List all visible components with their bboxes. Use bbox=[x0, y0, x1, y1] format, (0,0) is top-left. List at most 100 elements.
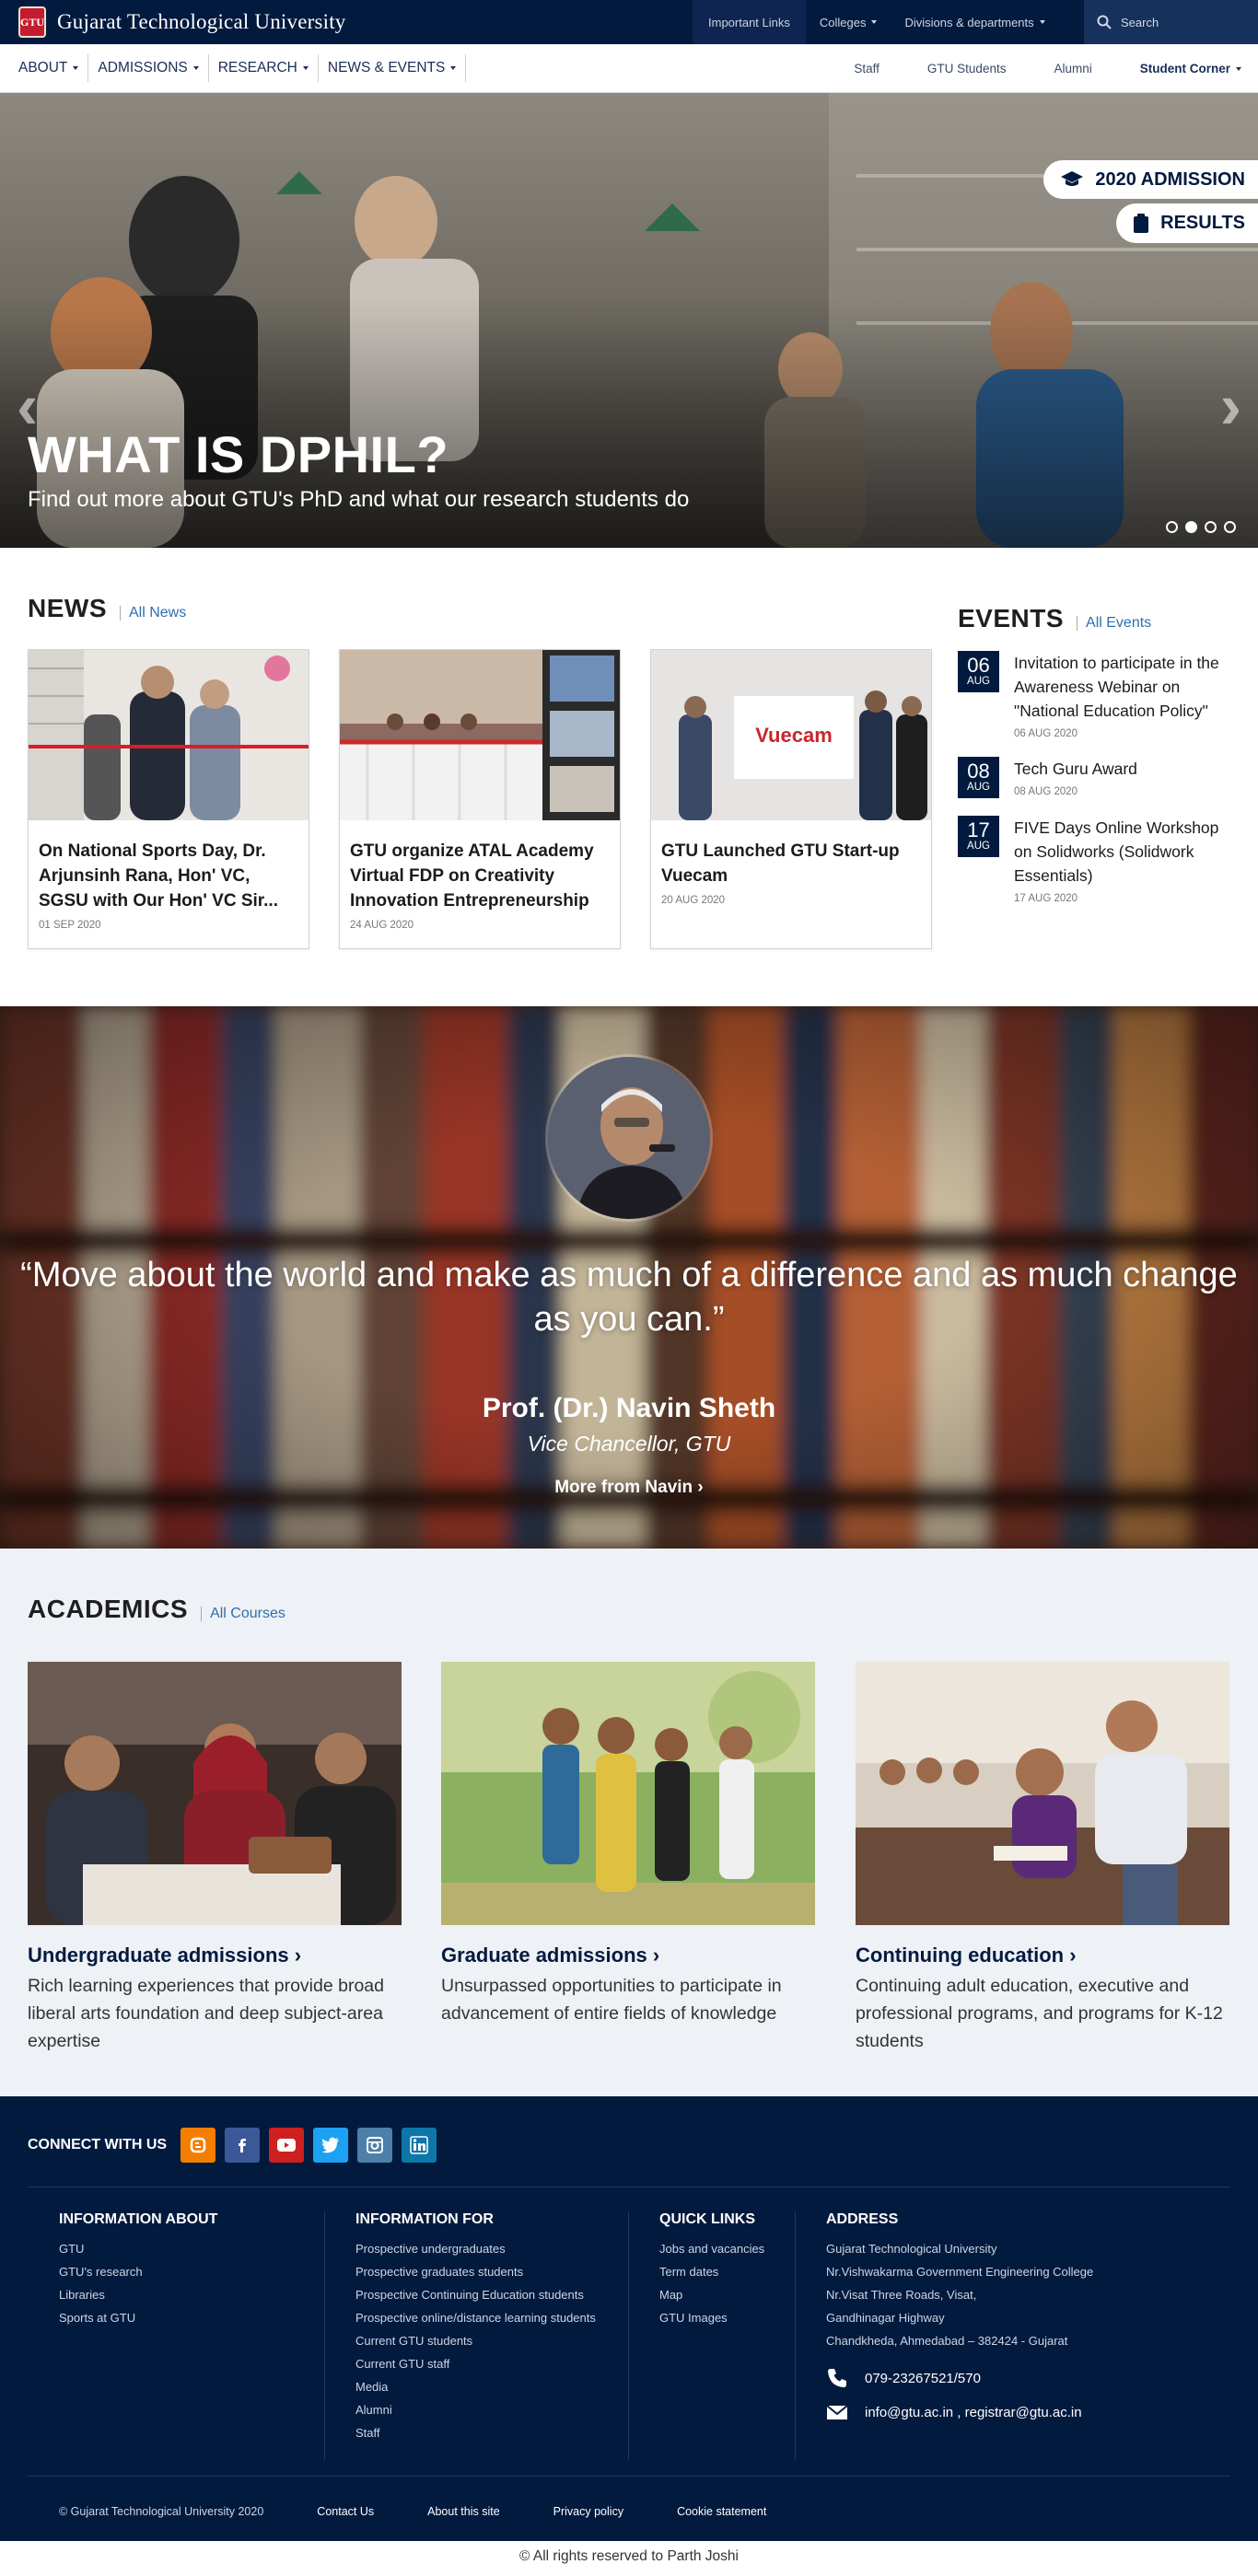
important-links-link[interactable]: Important Links bbox=[693, 0, 806, 44]
all-events-link[interactable]: All Events bbox=[1077, 616, 1151, 631]
alumni-link[interactable]: Alumni bbox=[1054, 62, 1091, 75]
news-title[interactable]: GTU Launched GTU Start-up Vuecam bbox=[651, 820, 931, 888]
news-date: 20 AUG 2020 bbox=[661, 895, 726, 906]
facebook-icon[interactable] bbox=[225, 2128, 261, 2163]
academic-card-graduate[interactable]: Graduate admissions › Unsurpassed opport… bbox=[441, 1662, 815, 2027]
event-date: 08 AUG 2020 bbox=[1014, 786, 1078, 797]
footer-link[interactable]: Libraries bbox=[59, 2283, 217, 2306]
admission-2020-button[interactable]: 2020 ADMISSION bbox=[1043, 160, 1258, 199]
divisions-dropdown[interactable]: Divisions & departments bbox=[891, 0, 1058, 44]
event-item[interactable]: 17 AUG FIVE Days Online Workshop on Solid… bbox=[958, 816, 1234, 904]
footer-link[interactable]: Staff bbox=[355, 2421, 596, 2444]
academic-card-continuing[interactable]: Continuing education › Continuing adult … bbox=[856, 1662, 1229, 2055]
results-label: RESULTS bbox=[1160, 213, 1245, 233]
footer-link[interactable]: Current GTU students bbox=[355, 2329, 596, 2352]
event-item[interactable]: 06 AUG Invitation to participate in the A… bbox=[958, 651, 1234, 739]
footer-link[interactable]: Current GTU staff bbox=[355, 2352, 596, 2375]
instagram-icon[interactable] bbox=[357, 2128, 393, 2163]
search-icon[interactable] bbox=[1097, 15, 1112, 29]
hero-title: WHAT IS DPHIL? bbox=[28, 425, 449, 483]
academic-title[interactable]: Continuing education › bbox=[856, 1944, 1229, 1967]
footer-quick-links: QUICK LINKS Jobs and vacancies Term date… bbox=[659, 2211, 764, 2329]
academic-title[interactable]: Graduate admissions › bbox=[441, 1944, 815, 1967]
menu-about[interactable]: ABOUT bbox=[18, 54, 89, 82]
footer-link[interactable]: Alumni bbox=[355, 2398, 596, 2421]
gtu-students-link[interactable]: GTU Students bbox=[927, 62, 1007, 75]
university-name[interactable]: Gujarat Technological University bbox=[57, 10, 346, 34]
connect-label: CONNECT WITH US bbox=[28, 2137, 168, 2152]
academics-header: ACADEMICS All Courses bbox=[28, 1595, 285, 1624]
carousel-dot-active[interactable] bbox=[1185, 521, 1197, 533]
all-courses-link[interactable]: All Courses bbox=[201, 1607, 285, 1621]
chevron-down-icon bbox=[1039, 20, 1045, 24]
chevron-down-icon bbox=[73, 66, 79, 70]
phone-contact[interactable]: 079-23267521/570 bbox=[826, 2367, 1093, 2389]
search-box bbox=[1084, 0, 1258, 44]
top-nav: Important Links Colleges Divisions & dep… bbox=[693, 0, 1059, 44]
event-title[interactable]: Tech Guru Award bbox=[1014, 757, 1137, 781]
contact-us-link[interactable]: Contact Us bbox=[317, 2505, 374, 2518]
footer-link[interactable]: Prospective online/distance learning stu… bbox=[355, 2306, 596, 2329]
chevron-down-icon bbox=[1236, 67, 1241, 72]
footer-link[interactable]: Jobs and vacancies bbox=[659, 2237, 764, 2260]
carousel-next-arrow[interactable]: › bbox=[1220, 369, 1241, 443]
event-date-badge: 06 AUG bbox=[958, 651, 999, 692]
footer-heading: QUICK LINKS bbox=[659, 2211, 755, 2227]
event-item[interactable]: 08 AUG Tech Guru Award 08 AUG 2020 bbox=[958, 757, 1234, 798]
carousel-dot[interactable] bbox=[1224, 521, 1236, 533]
academic-description: Continuing adult education, executive an… bbox=[856, 1976, 1223, 2051]
footer-link[interactable]: Prospective undergraduates bbox=[355, 2237, 596, 2260]
hero-subtitle: Find out more about GTU's PhD and what o… bbox=[28, 487, 690, 512]
divisions-label: Divisions & departments bbox=[904, 15, 1034, 29]
footer-link[interactable]: Media bbox=[355, 2375, 596, 2398]
results-button[interactable]: RESULTS bbox=[1116, 203, 1258, 243]
event-month: AUG bbox=[967, 841, 990, 852]
chevron-down-icon bbox=[302, 66, 309, 70]
more-from-navin-link[interactable]: More from Navin › bbox=[0, 1478, 1258, 1498]
carousel-dot[interactable] bbox=[1205, 521, 1217, 533]
youtube-icon[interactable] bbox=[269, 2128, 305, 2163]
event-title[interactable]: Invitation to participate in the Awarene… bbox=[1014, 651, 1234, 723]
menu-admissions[interactable]: ADMISSIONS bbox=[88, 54, 209, 82]
news-card[interactable]: On National Sports Day, Dr. Arjunsinh Ra… bbox=[28, 649, 309, 949]
main-menu: ABOUT ADMISSIONS RESEARCH NEWS & EVENTS bbox=[0, 44, 467, 93]
footer-link[interactable]: Term dates bbox=[659, 2260, 764, 2283]
footer-link[interactable]: GTU Images bbox=[659, 2306, 764, 2329]
academic-card-undergraduate[interactable]: Undergraduate admissions › Rich learning… bbox=[28, 1662, 402, 2055]
academic-description: Unsurpassed opportunities to participate… bbox=[441, 1976, 782, 2024]
colleges-dropdown[interactable]: Colleges bbox=[806, 0, 891, 44]
menu-research[interactable]: RESEARCH bbox=[209, 54, 319, 82]
staff-link[interactable]: Staff bbox=[854, 62, 879, 75]
graduation-cap-icon bbox=[1061, 171, 1084, 186]
brand[interactable]: GTU Gujarat Technological University bbox=[0, 0, 346, 44]
footer-link[interactable]: GTU bbox=[59, 2237, 217, 2260]
footer-link[interactable]: Prospective Continuing Education student… bbox=[355, 2283, 596, 2306]
footer-link[interactable]: Map bbox=[659, 2283, 764, 2306]
student-corner-dropdown[interactable]: Student Corner bbox=[1140, 62, 1241, 75]
about-site-link[interactable]: About this site bbox=[427, 2505, 500, 2518]
privacy-policy-link[interactable]: Privacy policy bbox=[553, 2505, 623, 2518]
all-news-link[interactable]: All News bbox=[120, 606, 186, 621]
twitter-icon[interactable] bbox=[313, 2128, 349, 2163]
continuing-education-photo bbox=[856, 1662, 1229, 1925]
footer-heading: INFORMATION ABOUT bbox=[59, 2211, 218, 2227]
footer-copyright: © Gujarat Technological University 2020 bbox=[59, 2505, 264, 2518]
footer-info-for: INFORMATION FOR Prospective undergraduat… bbox=[355, 2211, 596, 2444]
email-contact[interactable]: info@gtu.ac.in , registrar@gtu.ac.in bbox=[826, 2404, 1093, 2420]
search-input[interactable] bbox=[1121, 15, 1250, 29]
news-card[interactable]: Vuecam GTU Launched GTU Start-up Vuecam … bbox=[650, 649, 932, 949]
news-title[interactable]: GTU organize ATAL Academy Virtual FDP on… bbox=[340, 820, 620, 913]
footer-link[interactable]: GTU's research bbox=[59, 2260, 217, 2283]
menu-news-events[interactable]: NEWS & EVENTS bbox=[319, 54, 467, 82]
footer-link[interactable]: Prospective graduates students bbox=[355, 2260, 596, 2283]
blogger-icon[interactable] bbox=[181, 2128, 216, 2163]
footer-link[interactable]: Sports at GTU bbox=[59, 2306, 217, 2329]
academic-title[interactable]: Undergraduate admissions › bbox=[28, 1944, 402, 1967]
news-card[interactable]: GTU organize ATAL Academy Virtual FDP on… bbox=[339, 649, 621, 949]
carousel-dot[interactable] bbox=[1166, 521, 1178, 533]
news-title[interactable]: On National Sports Day, Dr. Arjunsinh Ra… bbox=[29, 820, 309, 913]
event-title[interactable]: FIVE Days Online Workshop on Solidworks … bbox=[1014, 816, 1234, 888]
linkedin-icon[interactable] bbox=[402, 2128, 437, 2163]
cookie-statement-link[interactable]: Cookie statement bbox=[677, 2505, 766, 2518]
vice-chancellor-portrait bbox=[545, 1054, 713, 1222]
